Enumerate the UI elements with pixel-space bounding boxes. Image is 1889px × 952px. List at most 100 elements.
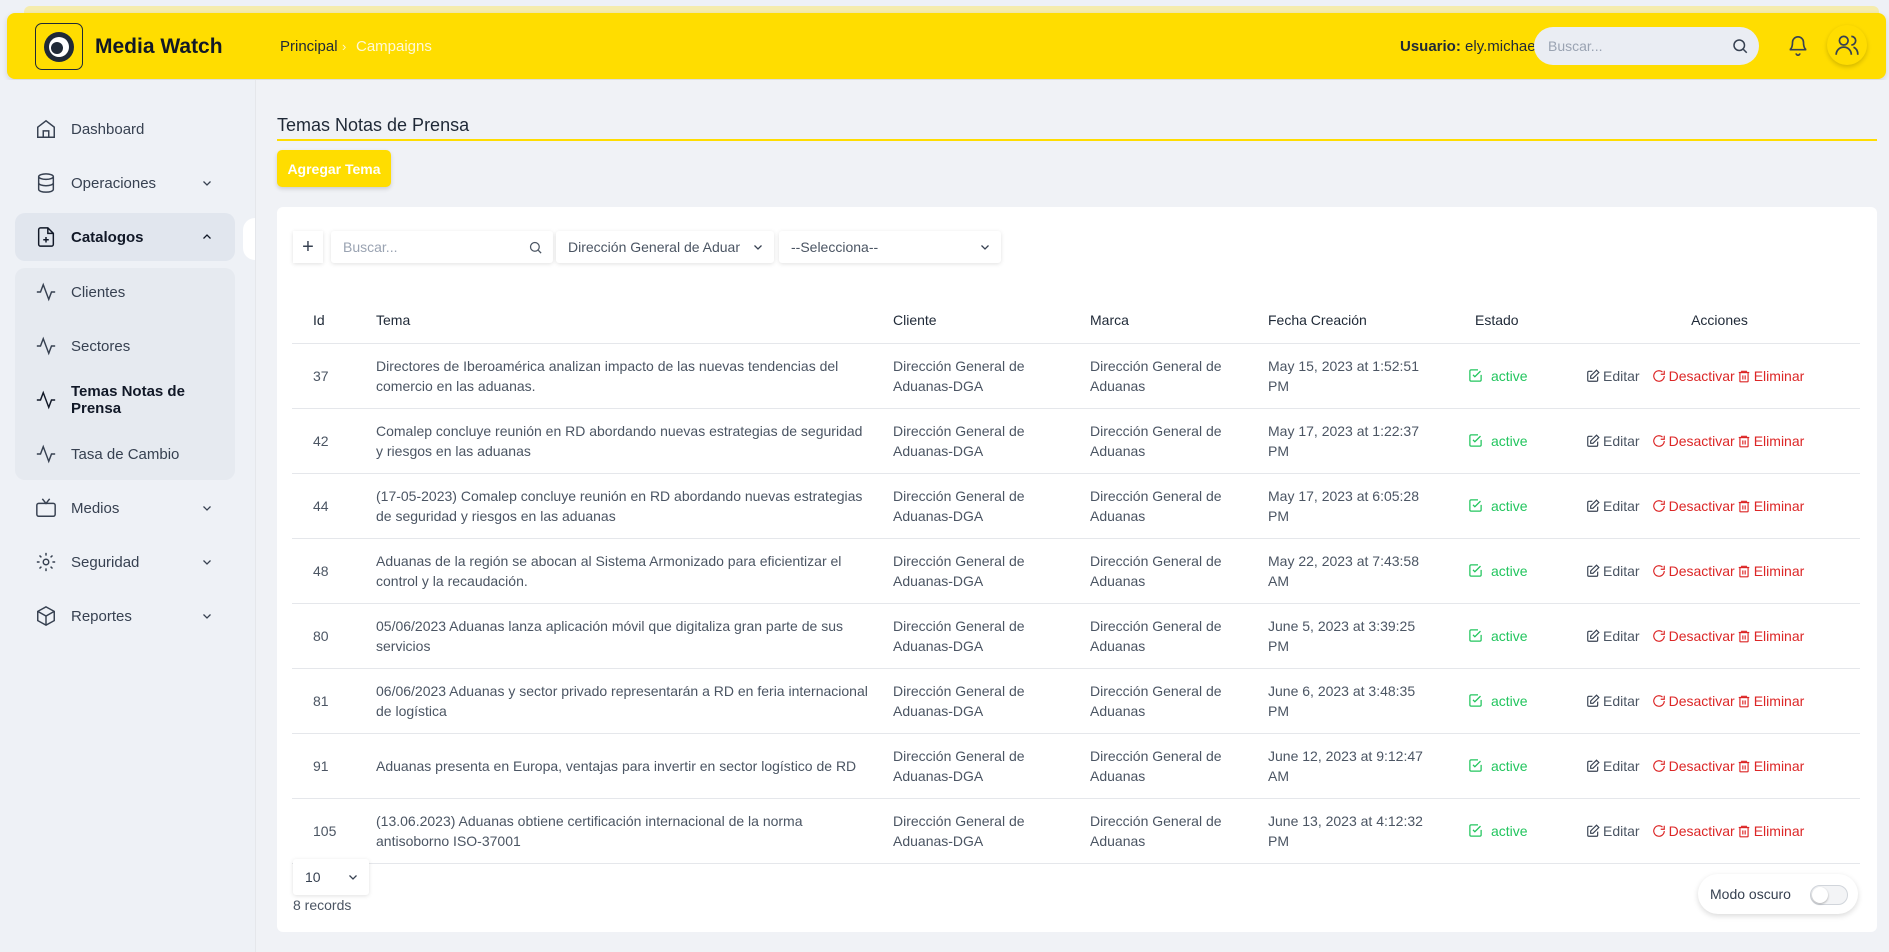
delete-button[interactable]: Eliminar [1737,626,1804,646]
status-badge: active [1448,366,1579,386]
chevron-up-icon [203,234,211,239]
status-badge: active [1448,561,1579,581]
cell-tema: 06/06/2023 Aduanas y sector privado repr… [376,668,893,734]
refresh-icon [1652,824,1665,837]
delete-button[interactable]: Eliminar [1737,561,1804,581]
dark-mode-label: Modo oscuro [1710,886,1791,902]
sidebar-item-clientes[interactable]: Clientes [15,268,235,316]
cell-tema: Directores de Iberoamérica analizan impa… [376,343,893,409]
cell-tema: (13.06.2023) Aduanas obtiene certificaci… [376,798,893,864]
cell-acciones: Editar Desactivar Eliminar [1579,408,1860,474]
database-icon [37,173,55,193]
sidebar-item-tasa-de-cambio[interactable]: Tasa de Cambio [15,430,235,478]
sidebar-item-reportes[interactable]: Reportes [15,592,235,640]
cell-id: 44 [292,473,376,539]
edit-button[interactable]: Editar [1586,431,1640,451]
sidebar-item-operaciones[interactable]: Operaciones [15,159,235,207]
cell-cliente: Dirección General de Aduanas-DGA [893,668,1090,734]
sidebar-item-medios[interactable]: Medios [15,484,235,532]
edit-button[interactable]: Editar [1586,691,1640,711]
deactivate-button[interactable]: Desactivar [1652,366,1735,386]
table-row: 48 Aduanas de la región se abocan al Sist… [292,538,1860,604]
activity-icon [36,390,56,410]
delete-button[interactable]: Eliminar [1737,496,1804,516]
add-row-button[interactable]: + [293,231,323,263]
sidebar-item-temas-notas-de-prensa[interactable]: Temas Notas de Prensa [15,376,235,424]
check-square-icon [1469,629,1482,642]
deactivate-label: Desactivar [1668,367,1735,384]
cell-acciones: Editar Desactivar Eliminar [1579,538,1860,604]
edit-button[interactable]: Editar [1586,366,1640,386]
dark-mode-toggle[interactable]: Modo oscuro [1698,874,1858,914]
sidebar-item-seguridad[interactable]: Seguridad [15,538,235,586]
sidebar-item-catalogos[interactable]: Catalogos [15,213,235,261]
deactivate-button[interactable]: Desactivar [1652,626,1735,646]
topics-table: Id Tema Cliente Marca Fecha Creación Est… [292,297,1860,864]
deactivate-button[interactable]: Desactivar [1652,821,1735,841]
header-search-input[interactable] [1548,27,1718,65]
activity-icon [36,282,56,302]
edit-icon [1587,823,1600,837]
cell-fecha: May 22, 2023 at 7:43:58 AM [1268,538,1448,604]
deactivate-button[interactable]: Desactivar [1652,756,1735,776]
sidebar-item-label: Temas Notas de Prensa [71,383,185,417]
eye-logo-icon [44,31,74,62]
delete-button[interactable]: Eliminar [1737,431,1804,451]
status-badge: active [1448,496,1579,516]
sidebar-item-dashboard[interactable]: Dashboard [15,105,235,153]
column-header-tema[interactable]: Tema [376,297,893,344]
edit-icon [1587,758,1600,772]
client-select[interactable]: Dirección General de Aduanas-DGA [556,231,774,263]
user-menu-button[interactable] [1827,25,1867,65]
sidebar-item-sectores[interactable]: Sectores [15,322,235,370]
check-square-icon [1469,564,1482,577]
page-title: Temas Notas de Prensa [277,115,470,135]
search-icon[interactable] [528,240,543,255]
cell-cliente: Dirección General de Aduanas-DGA [893,538,1090,604]
deactivate-button[interactable]: Desactivar [1652,496,1735,516]
delete-button[interactable]: Eliminar [1737,821,1804,841]
column-header-fecha[interactable]: Fecha Creación [1268,297,1448,344]
app-logo[interactable] [35,23,83,70]
delete-button[interactable]: Eliminar [1737,756,1804,776]
bell-icon[interactable] [1787,35,1809,57]
deactivate-label: Desactivar [1668,822,1735,839]
dark-mode-switch[interactable] [1810,885,1848,905]
activity-icon [36,336,56,356]
sidebar-item-label: Sectores [71,337,131,355]
column-header-marca[interactable]: Marca [1090,297,1268,344]
status-text: active [1491,367,1528,384]
edit-icon [1587,368,1600,382]
add-tema-button[interactable]: Agregar Tema [277,150,391,187]
column-header-cliente[interactable]: Cliente [893,297,1090,344]
deactivate-button[interactable]: Desactivar [1652,561,1735,581]
column-header-id[interactable]: Id [292,297,376,344]
breadcrumb-home[interactable]: Principal [280,38,338,55]
status-badge: active [1448,691,1579,711]
check-square-icon [1469,824,1482,837]
edit-button[interactable]: Editar [1586,496,1640,516]
page-size-select[interactable]: 10 [293,859,369,895]
cell-marca: Dirección General de Aduanas [1090,603,1268,669]
cell-acciones: Editar Desactivar Eliminar [1579,343,1860,409]
users-icon [1835,35,1859,55]
user-info: Usuario: ely.michael [1400,38,1539,55]
table-row: 91 Aduanas presenta en Europa, ventajas p… [292,733,1860,799]
brand-select[interactable]: --Selecciona-- [779,231,1001,263]
cell-fecha: May 17, 2023 at 1:22:37 PM [1268,408,1448,474]
edit-button[interactable]: Editar [1586,626,1640,646]
table-search-input[interactable] [343,231,523,263]
search-icon[interactable] [1731,37,1749,55]
deactivate-button[interactable]: Desactivar [1652,691,1735,711]
delete-button[interactable]: Eliminar [1737,691,1804,711]
cell-fecha: June 12, 2023 at 9:12:47 AM [1268,733,1448,799]
deactivate-label: Desactivar [1668,627,1735,644]
edit-button[interactable]: Editar [1586,756,1640,776]
refresh-icon [1652,499,1665,512]
column-header-estado[interactable]: Estado [1448,297,1579,344]
cell-id: 42 [292,408,376,474]
edit-button[interactable]: Editar [1586,821,1640,841]
delete-button[interactable]: Eliminar [1737,366,1804,386]
deactivate-button[interactable]: Desactivar [1652,431,1735,451]
edit-button[interactable]: Editar [1586,561,1640,581]
